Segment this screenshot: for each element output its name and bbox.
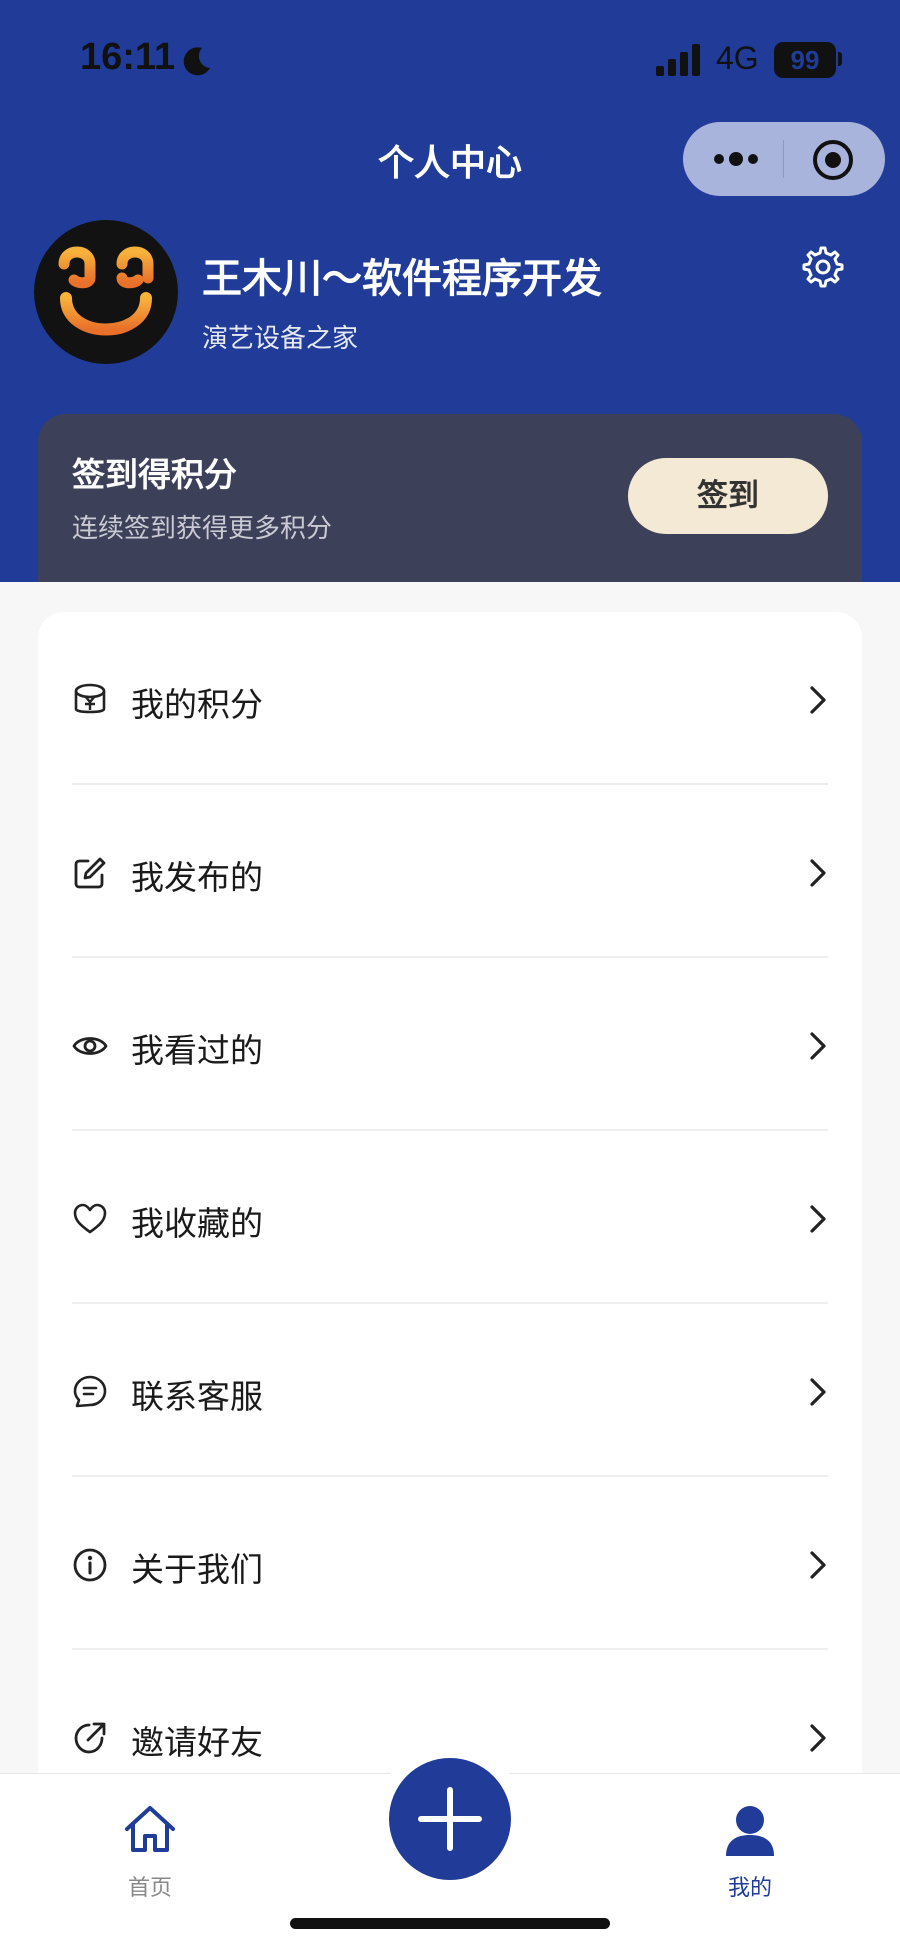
- heart-icon: [73, 1203, 107, 1234]
- avatar[interactable]: [34, 220, 178, 364]
- chevron-right-icon: [810, 1378, 826, 1406]
- menu-item-label: 我收藏的: [131, 1204, 263, 1243]
- eye-icon: [72, 1037, 108, 1055]
- battery-tip: [838, 52, 842, 66]
- more-icon[interactable]: [713, 144, 759, 174]
- share-icon: [74, 1722, 106, 1754]
- chevron-right-icon: [810, 1205, 826, 1233]
- menu-item-customer-service[interactable]: 联系客服: [38, 1304, 862, 1477]
- tab-mine[interactable]: 我的: [690, 1802, 810, 1902]
- logo-icon: [58, 246, 154, 336]
- signal-icon: [656, 44, 700, 76]
- tab-home[interactable]: 首页: [90, 1802, 210, 1902]
- chat-icon: [73, 1375, 107, 1408]
- menu-item-label: 邀请好友: [131, 1723, 263, 1762]
- tab-mine-label: 我的: [727, 1876, 772, 1901]
- menu-item-label: 联系客服: [131, 1377, 263, 1416]
- menu-list: 我的积分 我发布的 我看过的 我收藏的 联系客服 关于我们 邀请好友: [38, 612, 862, 1812]
- chevron-right-icon: [810, 686, 826, 714]
- status-time: 16:11: [80, 36, 176, 78]
- menu-item-my-posts[interactable]: 我发布的: [38, 785, 862, 958]
- user-name: 王木川～软件程序开发: [202, 256, 602, 302]
- settings-gear-icon[interactable]: [800, 244, 846, 290]
- mini-program-capsule: [683, 122, 885, 196]
- menu-item-label: 我看过的: [131, 1031, 263, 1070]
- points-yen-icon: [74, 683, 106, 714]
- chevron-right-icon: [810, 859, 826, 887]
- menu-item-label: 关于我们: [131, 1550, 263, 1589]
- menu-item-label: 我的积分: [131, 685, 263, 724]
- menu-item-label: 我发布的: [131, 858, 263, 897]
- info-icon: [73, 1548, 107, 1582]
- menu-item-points[interactable]: 我的积分: [38, 612, 862, 785]
- network-label: 4G: [716, 40, 759, 76]
- signin-card: 签到得积分 连续签到获得更多积分 签到: [38, 414, 862, 582]
- add-post-button[interactable]: [389, 1758, 511, 1880]
- battery-indicator: 99: [774, 42, 836, 78]
- menu-item-history[interactable]: 我看过的: [38, 958, 862, 1131]
- signin-subtitle: 连续签到获得更多积分: [72, 514, 333, 544]
- plus-icon: [418, 1787, 482, 1851]
- signin-button[interactable]: 签到: [628, 458, 828, 534]
- capsule-divider: [783, 140, 784, 178]
- chevron-right-icon: [810, 1724, 826, 1752]
- chevron-right-icon: [810, 1551, 826, 1579]
- home-indicator: [290, 1918, 610, 1929]
- edit-icon: [74, 857, 106, 889]
- chevron-right-icon: [810, 1032, 826, 1060]
- close-miniprogram-icon[interactable]: [811, 138, 855, 182]
- moon-icon: [183, 47, 210, 76]
- menu-item-about[interactable]: 关于我们: [38, 1477, 862, 1650]
- menu-item-favorites[interactable]: 我收藏的: [38, 1131, 862, 1304]
- home-icon: [125, 1806, 175, 1852]
- user-organization: 演艺设备之家: [202, 324, 359, 354]
- tab-home-label: 首页: [127, 1876, 172, 1901]
- signin-title: 签到得积分: [72, 455, 237, 494]
- user-icon: [726, 1806, 774, 1856]
